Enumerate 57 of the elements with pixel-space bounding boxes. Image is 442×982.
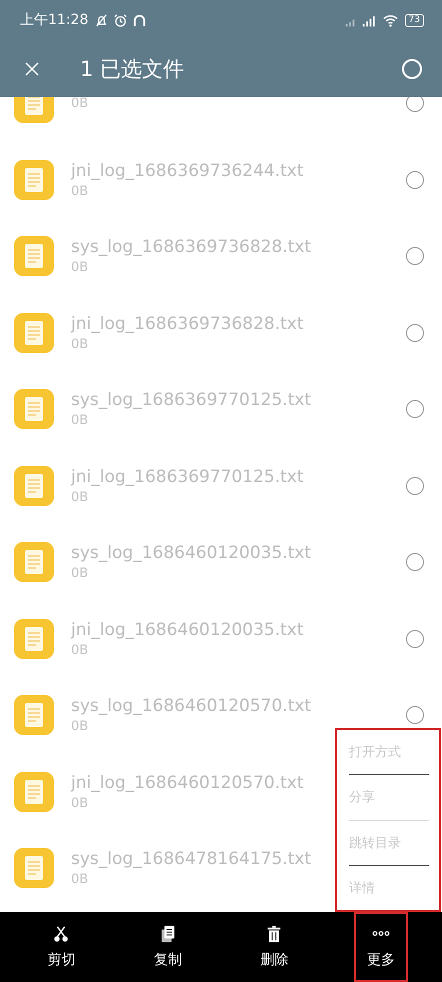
file-name: sys_log_1686369736828.txt [71, 237, 312, 258]
file-size: 0B [71, 490, 88, 505]
file-size: 0B [71, 872, 88, 888]
document-icon [14, 236, 54, 276]
document-icon [14, 160, 54, 200]
select-checkbox[interactable] [406, 476, 424, 495]
select-checkbox[interactable] [406, 706, 424, 724]
document-icon [14, 542, 54, 582]
file-size: 0B [71, 260, 88, 276]
more-icon [372, 931, 390, 936]
select-checkbox[interactable] [406, 630, 424, 648]
file-size: 0B [71, 719, 88, 734]
select-checkbox[interactable] [406, 324, 424, 342]
file-name: jni_log_1686369770125.txt [71, 466, 304, 487]
cut-button[interactable]: 剪切 [34, 912, 88, 982]
file-size: 0B [71, 413, 88, 428]
document-icon [14, 618, 54, 659]
file-size: 0B [71, 796, 88, 811]
bell-off-icon [94, 12, 110, 28]
status-time: 上午11:28 [20, 11, 88, 29]
document-icon [14, 772, 54, 812]
select-all-checkbox[interactable] [402, 58, 422, 78]
file-size: 0B [71, 642, 88, 658]
copy-icon [158, 925, 177, 943]
wifi-icon [382, 12, 398, 28]
select-checkbox[interactable] [406, 400, 424, 418]
trash-icon [265, 925, 284, 943]
selection-title: 1 已选文件 [80, 56, 184, 82]
alarm-icon [113, 12, 128, 28]
select-checkbox[interactable] [406, 97, 424, 112]
document-icon [14, 848, 54, 888]
file-name: sys_log_1686460120035.txt [71, 543, 312, 564]
headphones-icon [132, 12, 148, 28]
file-name: jni_log_1686460120570.txt [71, 772, 304, 793]
file-name: jni_log_1686369736244.txt [71, 160, 304, 181]
battery-indicator: 73 [404, 14, 424, 26]
file-size: 0B [71, 97, 88, 111]
document-icon [14, 466, 54, 506]
file-size: 0B [71, 336, 88, 352]
close-icon [24, 60, 40, 76]
file-size: 0B [71, 184, 88, 199]
copy-button[interactable]: 复制 [140, 912, 195, 982]
file-name: sys_log_1686369770125.txt [71, 390, 312, 410]
select-checkbox[interactable] [406, 170, 424, 189]
select-checkbox[interactable] [406, 247, 424, 266]
scissors-icon [52, 925, 70, 943]
delete-button[interactable]: 删除 [247, 912, 302, 982]
document-icon [14, 695, 54, 736]
select-checkbox[interactable] [406, 553, 424, 572]
document-icon [14, 389, 54, 430]
document-icon [14, 312, 54, 353]
file-name: sys_log_1686460120570.txt [71, 696, 312, 716]
file-size: 0B [71, 566, 88, 582]
file-name: jni_log_1686460120035.txt [71, 620, 304, 640]
more-button[interactable]: 更多 [354, 912, 408, 982]
file-name: jni_log_1686369736828.txt [71, 314, 304, 334]
file-name: sys_log_1686478164175.txt [71, 849, 312, 870]
